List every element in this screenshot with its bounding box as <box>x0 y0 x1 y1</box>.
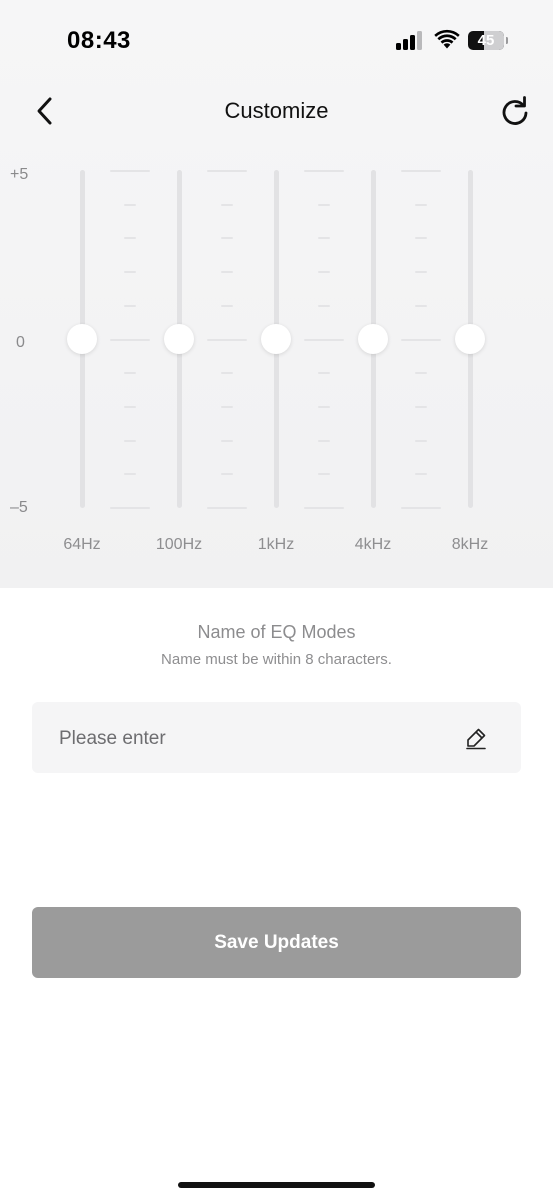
frequency-label: 100Hz <box>155 536 203 553</box>
minor-tick <box>124 439 136 442</box>
minor-tick <box>318 203 330 206</box>
major-tick <box>401 507 441 509</box>
eq-slider-knob[interactable] <box>455 324 485 354</box>
equalizer: +5 0 –5 64Hz 100Hz 1kHz 4kHz 8kHz <box>0 150 553 570</box>
minor-tick <box>415 439 427 442</box>
major-tick <box>110 170 150 172</box>
minor-tick <box>221 439 233 442</box>
minor-tick <box>318 372 330 375</box>
major-tick <box>110 338 150 341</box>
minor-tick <box>124 237 136 240</box>
major-tick <box>110 507 150 509</box>
eq-slider-knob[interactable] <box>67 324 97 354</box>
minor-tick <box>221 271 233 274</box>
frequency-label: 64Hz <box>63 536 101 553</box>
minor-tick <box>124 203 136 206</box>
minor-tick <box>124 473 136 476</box>
major-tick <box>207 338 247 341</box>
major-tick <box>304 338 344 341</box>
frequency-label: 8kHz <box>451 536 489 553</box>
major-tick <box>401 338 441 341</box>
major-tick <box>207 507 247 509</box>
minor-tick <box>415 405 427 408</box>
status-time: 08:43 <box>67 27 131 54</box>
frequency-label: 1kHz <box>257 536 295 553</box>
minor-tick <box>124 271 136 274</box>
minor-tick <box>318 237 330 240</box>
minor-tick <box>415 473 427 476</box>
minor-tick <box>318 271 330 274</box>
battery-percent: 45 <box>477 32 495 49</box>
eq-name-title: Name of EQ Modes <box>197 622 356 642</box>
minor-tick <box>221 405 233 408</box>
minor-tick <box>221 304 233 307</box>
major-tick <box>401 170 441 172</box>
cellular-signal-icon <box>396 31 424 50</box>
eq-slider-knob[interactable] <box>261 324 291 354</box>
battery-icon: 45 <box>468 31 508 50</box>
wifi-icon <box>434 29 460 49</box>
minor-tick <box>221 372 233 375</box>
major-tick <box>304 170 344 172</box>
save-updates-button[interactable]: Save Updates <box>32 907 521 978</box>
minor-tick <box>415 237 427 240</box>
minor-tick <box>415 304 427 307</box>
minor-tick <box>415 271 427 274</box>
home-indicator <box>178 1182 375 1188</box>
reset-button[interactable] <box>497 93 533 129</box>
minor-tick <box>124 304 136 307</box>
minor-tick <box>221 473 233 476</box>
minor-tick <box>415 203 427 206</box>
refresh-icon <box>502 96 528 125</box>
minor-tick <box>318 304 330 307</box>
minor-tick <box>318 473 330 476</box>
page-title: Customize <box>224 98 329 123</box>
minor-tick <box>221 237 233 240</box>
pencil-icon[interactable] <box>464 726 488 750</box>
scale-mid-label: 0 <box>16 334 25 351</box>
minor-tick <box>221 203 233 206</box>
minor-tick <box>124 405 136 408</box>
eq-name-field[interactable] <box>32 702 521 775</box>
frequency-label: 4kHz <box>354 536 392 553</box>
minor-tick <box>318 405 330 408</box>
minor-tick <box>124 372 136 375</box>
minor-tick <box>415 372 427 375</box>
major-tick <box>304 507 344 509</box>
scale-min-label: –5 <box>10 499 28 516</box>
eq-slider-knob[interactable] <box>164 324 194 354</box>
major-tick <box>207 170 247 172</box>
eq-name-input[interactable] <box>57 702 461 775</box>
eq-name-hint: Name must be within 8 characters. <box>161 651 392 668</box>
minor-tick <box>318 439 330 442</box>
eq-slider-knob[interactable] <box>358 324 388 354</box>
scale-max-label: +5 <box>10 166 29 183</box>
